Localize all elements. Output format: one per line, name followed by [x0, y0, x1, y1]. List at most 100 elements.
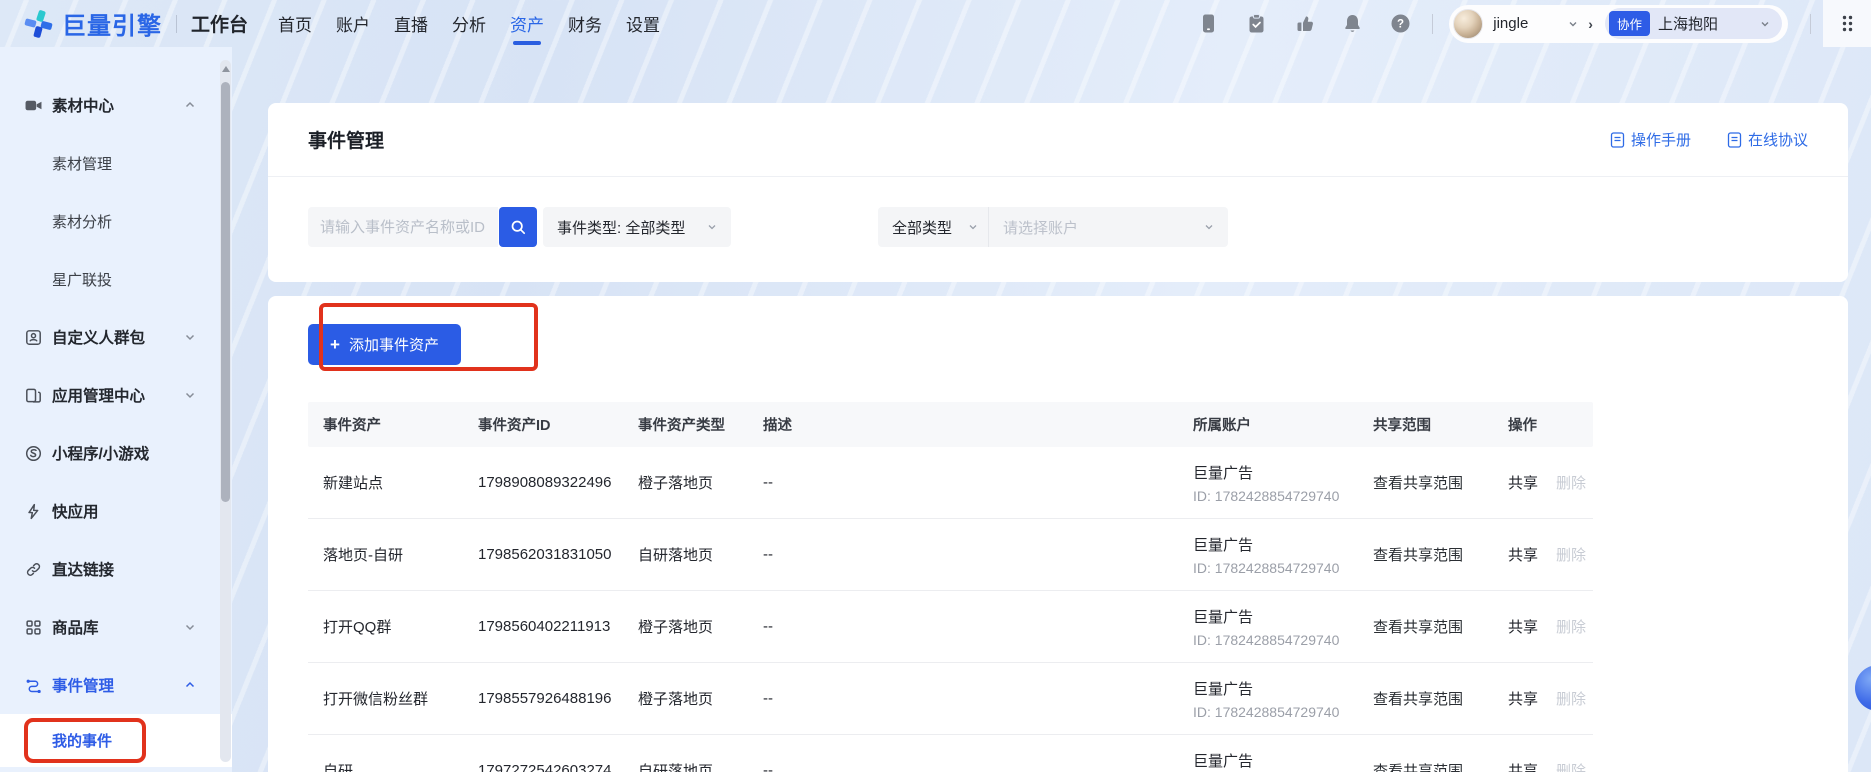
- clipboard-icon[interactable]: [1247, 14, 1266, 33]
- delete-action[interactable]: 删除: [1556, 616, 1586, 637]
- owner-account-cell: 巨量广告 ID: 1782428854729740: [1178, 534, 1358, 576]
- delete-action[interactable]: 删除: [1556, 544, 1586, 565]
- owner-account-cell: 巨量广告 ID: 1782428854729740: [1178, 750, 1358, 772]
- sidebar-scrollbar[interactable]: [220, 60, 231, 762]
- share-action[interactable]: 共享: [1508, 544, 1538, 565]
- table-body: 新建站点 1798908089322496 橙子落地页 -- 巨量广告 ID: …: [308, 447, 1593, 772]
- scrollbar-thumb[interactable]: [221, 82, 230, 502]
- chevron-up-icon[interactable]: [184, 99, 196, 111]
- link-icon: [25, 561, 42, 578]
- event-asset-id: 1798557926488196: [463, 690, 623, 707]
- asset-type-select[interactable]: 全部类型: [878, 207, 988, 247]
- column-header: 事件资产: [308, 414, 463, 435]
- event-type-select[interactable]: 事件类型: 全部类型: [543, 207, 731, 247]
- topbar-right: ? jingle › 协作 上海抱阳: [1199, 0, 1871, 47]
- nav-item-live[interactable]: 直播: [382, 0, 440, 47]
- sidebar-item-app-center[interactable]: 应用管理中心: [0, 366, 232, 424]
- view-share-scope-link[interactable]: 查看共享范围: [1373, 547, 1463, 564]
- chevron-down-icon[interactable]: [184, 331, 196, 343]
- sidebar-item-product-library[interactable]: 商品库: [0, 598, 232, 656]
- event-asset-name: 自研: [308, 760, 463, 772]
- share-action[interactable]: 共享: [1508, 688, 1538, 709]
- account-select[interactable]: 请选择账户: [989, 207, 1228, 247]
- view-share-scope-link[interactable]: 查看共享范围: [1373, 691, 1463, 708]
- event-asset-type: 橙子落地页: [623, 616, 748, 637]
- mobile-icon[interactable]: [1199, 14, 1218, 33]
- event-asset-description: --: [748, 618, 1178, 635]
- scroll-up-arrow-icon[interactable]: [222, 66, 230, 72]
- chevron-right-icon[interactable]: ›: [1588, 16, 1593, 32]
- nav-item-finance[interactable]: 财务: [556, 0, 614, 47]
- nav-item-home[interactable]: 首页: [266, 0, 324, 47]
- search-icon: [510, 219, 527, 236]
- sidebar-item-material-center[interactable]: 素材中心: [0, 76, 232, 134]
- view-share-scope-link[interactable]: 查看共享范围: [1373, 475, 1463, 492]
- delete-action[interactable]: 删除: [1556, 472, 1586, 493]
- collab-badge: 协作: [1609, 11, 1650, 36]
- nav-item-assets[interactable]: 资产: [498, 0, 556, 47]
- search-input[interactable]: [308, 207, 498, 247]
- chevron-down-icon[interactable]: [1760, 19, 1770, 29]
- sidebar-item-label: 快应用: [52, 500, 99, 522]
- sidebar-item-star-ad[interactable]: 星广联投: [0, 250, 232, 308]
- chevron-down-icon[interactable]: [184, 389, 196, 401]
- brand-logo[interactable]: 巨量引擎: [24, 6, 162, 41]
- topbar: 巨量引擎 工作台 首页 账户 直播 分析 资产 财务 设置 ?: [0, 0, 1871, 47]
- add-event-asset-button[interactable]: + 添加事件资产: [308, 324, 461, 365]
- miniapp-icon: [25, 445, 42, 462]
- sidebar-item-custom-audience[interactable]: 自定义人群包: [0, 308, 232, 366]
- sidebar-item-direct-link[interactable]: 直达链接: [0, 540, 232, 598]
- event-asset-type: 自研落地页: [623, 760, 748, 772]
- nav-item-analysis[interactable]: 分析: [440, 0, 498, 47]
- owner-account-id: ID: 1782428854729740: [1193, 704, 1358, 720]
- owner-account-cell: 巨量广告 ID: 1782428854729740: [1178, 462, 1358, 504]
- user-menu[interactable]: jingle › 协作 上海抱阳: [1449, 5, 1788, 43]
- event-asset-type: 橙子落地页: [623, 688, 748, 709]
- audience-card-icon: [25, 329, 42, 346]
- nav-item-settings[interactable]: 设置: [614, 0, 672, 47]
- table-card: + 添加事件资产 事件资产 事件资产ID 事件资产类型 描述 所属账户 共享范围…: [268, 296, 1848, 772]
- share-action[interactable]: 共享: [1508, 616, 1538, 637]
- sidebar-item-event-management[interactable]: 事件管理: [0, 656, 232, 714]
- org-name: 上海抱阳: [1658, 13, 1718, 34]
- route-icon: [25, 677, 42, 694]
- org-selector[interactable]: 协作 上海抱阳: [1605, 8, 1782, 39]
- sidebar-item-quickapp[interactable]: 快应用: [0, 482, 232, 540]
- owner-account-name: 巨量广告: [1193, 678, 1358, 699]
- sidebar: 素材中心 素材管理 素材分析 星广联投 自定义人群包 应用管理中心 小程序/小游…: [0, 47, 232, 772]
- sidebar-item-miniapp[interactable]: 小程序/小游戏: [0, 424, 232, 482]
- workspace-label[interactable]: 工作台: [191, 10, 248, 37]
- sidebar-item-my-events[interactable]: 我的事件: [0, 714, 232, 767]
- event-asset-description: --: [748, 690, 1178, 707]
- help-icon[interactable]: ?: [1391, 14, 1410, 33]
- share-action[interactable]: 共享: [1508, 472, 1538, 493]
- owner-account-name: 巨量广告: [1193, 534, 1358, 555]
- bell-icon[interactable]: [1343, 14, 1362, 33]
- user-avatar[interactable]: [1453, 9, 1483, 39]
- owner-account-cell: 巨量广告 ID: 1782428854729740: [1178, 606, 1358, 648]
- delete-action[interactable]: 删除: [1556, 688, 1586, 709]
- username: jingle: [1493, 15, 1528, 32]
- view-share-scope-link[interactable]: 查看共享范围: [1373, 763, 1463, 772]
- nav-item-account[interactable]: 账户: [324, 0, 382, 47]
- delete-action[interactable]: 删除: [1556, 760, 1586, 772]
- manual-link[interactable]: 操作手册: [1610, 129, 1691, 150]
- chevron-up-icon[interactable]: [184, 679, 196, 691]
- video-camera-icon: [25, 97, 42, 114]
- owner-account-id: ID: 1782428854729740: [1193, 632, 1358, 648]
- sidebar-item-material-analysis[interactable]: 素材分析: [0, 192, 232, 250]
- owner-account-id: ID: 1782428854729740: [1193, 560, 1358, 576]
- chevron-down-icon[interactable]: [184, 621, 196, 633]
- sidebar-item-material-manage[interactable]: 素材管理: [0, 134, 232, 192]
- view-share-scope-link[interactable]: 查看共享范围: [1373, 619, 1463, 636]
- feedback-icon[interactable]: [1295, 14, 1314, 33]
- sidebar-item-label: 事件管理: [52, 674, 114, 696]
- share-action[interactable]: 共享: [1508, 760, 1538, 772]
- chevron-down-icon[interactable]: [1568, 19, 1578, 29]
- agreement-link[interactable]: 在线协议: [1727, 129, 1808, 150]
- table-header: 事件资产 事件资产ID 事件资产类型 描述 所属账户 共享范围 操作: [308, 402, 1593, 447]
- search-button[interactable]: [499, 207, 537, 247]
- apps-grid-icon[interactable]: [1823, 0, 1871, 47]
- column-header: 操作: [1493, 414, 1593, 435]
- owner-account-name: 巨量广告: [1193, 750, 1358, 771]
